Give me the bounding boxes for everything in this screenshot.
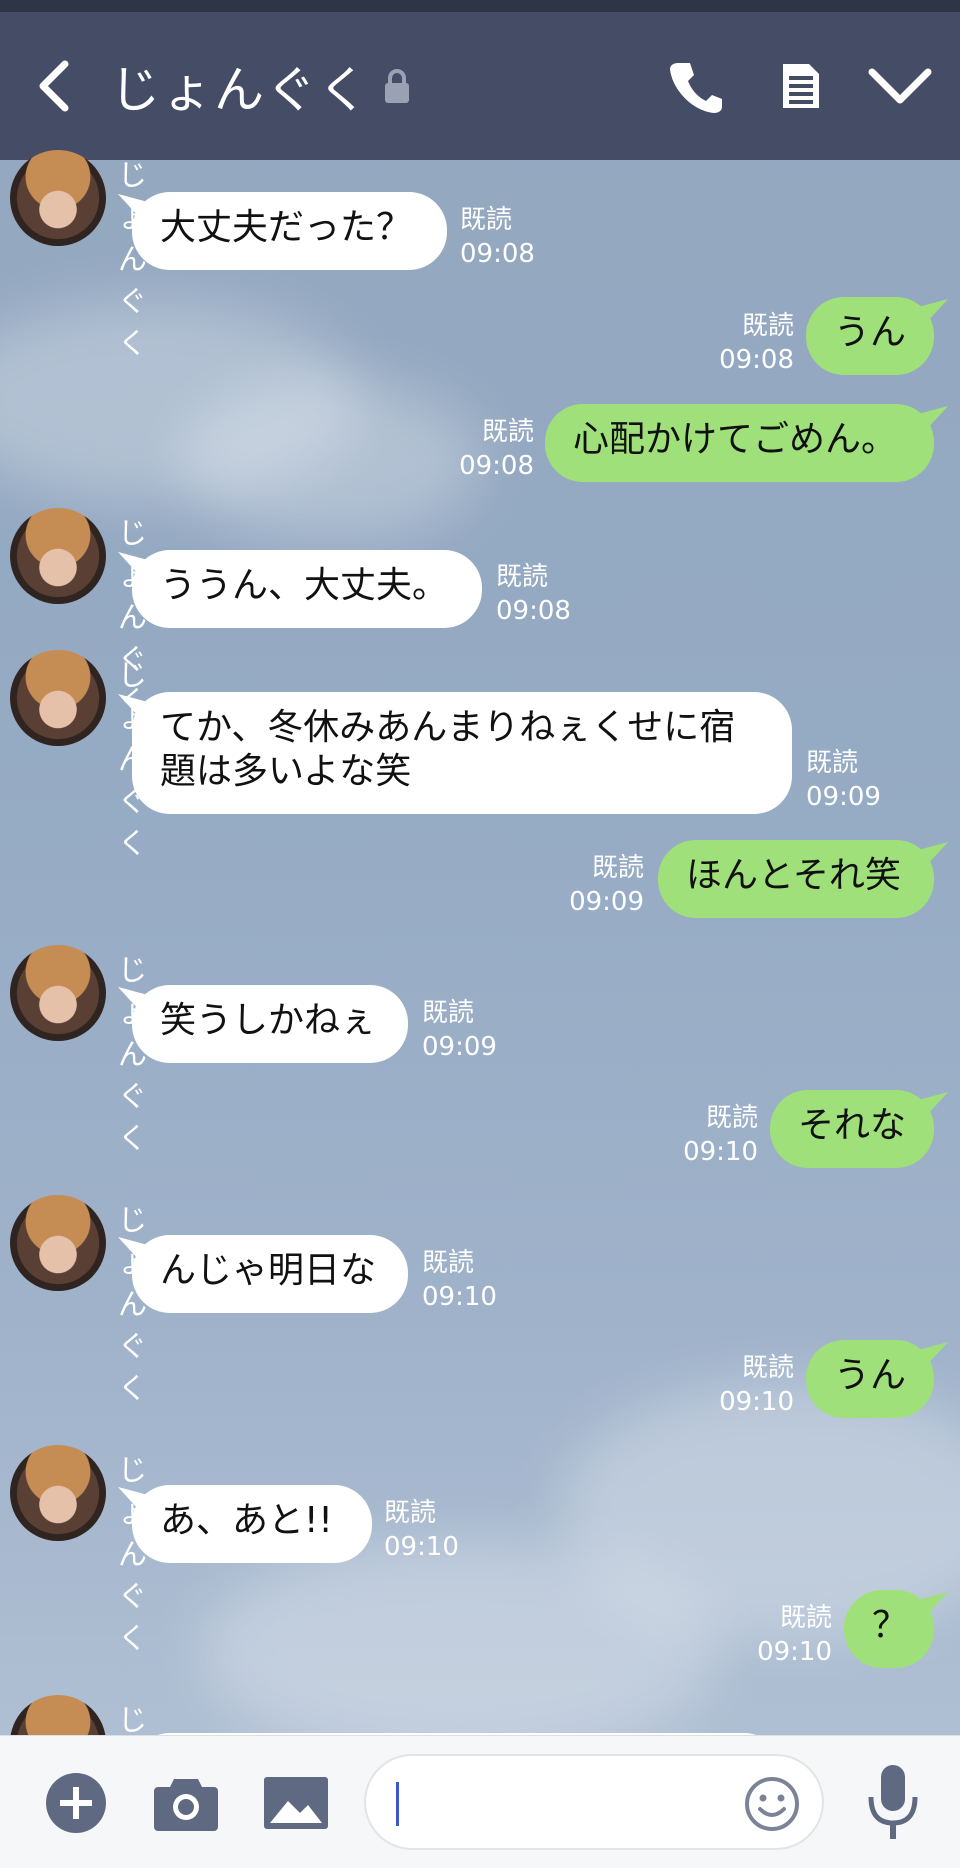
timestamp: 09:09 [806, 782, 881, 812]
message-line: 心配かけてごめん。 [573, 419, 898, 460]
avatar[interactable] [10, 1195, 106, 1291]
message-meta: 既読 09:10 [690, 1351, 794, 1419]
emoji-icon[interactable] [744, 1776, 800, 1832]
avatar[interactable] [10, 945, 106, 1041]
message-line: てか、冬休みあんまりねぇくせに宿 [160, 707, 736, 748]
camera-button[interactable] [148, 1736, 224, 1868]
read-receipt: 既読 [496, 562, 549, 592]
message-meta: 既読 09:08 [690, 309, 794, 377]
chat-title[interactable]: じょんぐく [110, 12, 412, 160]
chat-screen: じょんぐく じ んぐく 大丈夫だった？ 既読 09:08 うん 既読 09:08… [0, 0, 960, 1868]
read-receipt: 既読 [481, 417, 534, 447]
message-meta: 既読 09:08 [496, 560, 571, 628]
voice-button[interactable] [855, 1736, 931, 1868]
chat-title-text: じょんぐく [110, 61, 370, 119]
microphone-icon [868, 1764, 918, 1839]
read-receipt: 既読 [741, 311, 794, 341]
call-button[interactable] [655, 12, 735, 160]
timestamp: 09:10 [757, 1637, 832, 1667]
read-receipt: 既読 [422, 998, 475, 1028]
message-line: 大丈夫だった？ [160, 207, 413, 248]
status-strip [0, 0, 960, 12]
read-receipt: 既読 [741, 1353, 794, 1383]
message-bubble[interactable]: ほんとそれ笑 [658, 840, 934, 918]
message-bubble[interactable]: それな [770, 1090, 934, 1168]
message-bubble[interactable]: 笑うしかねぇ [132, 985, 408, 1063]
message-line: あ、あと!! [160, 1500, 333, 1541]
image-button[interactable] [258, 1736, 334, 1868]
timestamp: 09:08 [460, 239, 535, 269]
read-receipt: 既読 [384, 1498, 437, 1528]
message-line: それな [798, 1105, 907, 1146]
phone-icon [670, 63, 722, 113]
message-bubble[interactable]: うん [806, 1340, 934, 1418]
message-input[interactable] [406, 1776, 710, 1834]
message-bubble[interactable]: んじゃ明日な [132, 1235, 408, 1313]
read-receipt: 既読 [705, 1103, 758, 1133]
camera-icon [154, 1778, 218, 1831]
text-caret [396, 1782, 399, 1826]
timestamp: 09:10 [683, 1137, 758, 1167]
add-button[interactable] [38, 1736, 114, 1868]
message-meta: 既読 09:09 [806, 746, 881, 814]
read-receipt: 既読 [460, 205, 513, 235]
timestamp: 09:09 [569, 887, 644, 917]
plus-icon [46, 1772, 106, 1833]
message-bubble[interactable]: ？ [844, 1590, 934, 1668]
message-meta: 既読 09:09 [422, 996, 497, 1064]
read-receipt: 既読 [806, 748, 859, 778]
timestamp: 09:09 [422, 1032, 497, 1062]
back-chevron-icon [39, 60, 69, 112]
chat-header: じょんぐく [0, 12, 960, 160]
lock-icon [382, 67, 412, 105]
message-meta: 既読 09:10 [728, 1601, 832, 1669]
timestamp: 09:08 [719, 345, 794, 375]
read-receipt: 既読 [422, 1248, 475, 1278]
memo-icon [783, 64, 819, 108]
timestamp: 09:10 [719, 1387, 794, 1417]
memo-button[interactable] [760, 12, 840, 160]
message-bubble[interactable]: うん [806, 297, 934, 375]
message-meta: 既読 09:08 [460, 203, 535, 271]
avatar[interactable] [10, 150, 106, 246]
message-meta: 既読 09:09 [540, 851, 644, 919]
message-line: ほんとそれ笑 [686, 855, 901, 896]
background-cloud [200, 1540, 720, 1760]
message-line: 題は多いよな笑 [160, 751, 412, 792]
read-receipt: 既読 [591, 853, 644, 883]
message-line: ？ [872, 1605, 909, 1646]
read-receipt: 既読 [779, 1603, 832, 1633]
avatar[interactable] [10, 508, 106, 604]
timestamp: 09:10 [384, 1532, 459, 1562]
avatar[interactable] [10, 650, 106, 746]
message-line: うん [834, 312, 907, 353]
message-meta: 既読 09:10 [422, 1246, 497, 1314]
message-bubble[interactable]: ううん、大丈夫。 [132, 550, 482, 628]
message-meta: 既読 09:08 [430, 415, 534, 483]
message-line: 笑うしかねぇ [160, 1000, 377, 1041]
message-meta: 既読 09:10 [654, 1101, 758, 1169]
message-bubble[interactable]: あ、あと!! [132, 1485, 372, 1563]
timestamp: 09:08 [496, 596, 571, 626]
message-bubble[interactable]: 大丈夫だった？ [132, 192, 447, 270]
chevron-down-icon [868, 68, 932, 104]
timestamp: 09:08 [459, 451, 534, 481]
message-meta: 既読 09:10 [384, 1496, 459, 1564]
message-input-field[interactable] [364, 1754, 824, 1850]
message-line: うん [834, 1355, 907, 1396]
message-line: んじゃ明日な [160, 1250, 377, 1291]
image-icon [264, 1776, 328, 1829]
timestamp: 09:10 [422, 1282, 497, 1312]
back-button[interactable] [20, 12, 90, 160]
message-bubble[interactable]: 心配かけてごめん。 [545, 404, 934, 482]
message-bubble[interactable]: てか、冬休みあんまりねぇくせに宿 題は多いよな笑 [132, 692, 792, 814]
input-bar [0, 1735, 960, 1868]
avatar[interactable] [10, 1445, 106, 1541]
collapse-button[interactable] [860, 12, 940, 160]
message-line: ううん、大丈夫。 [160, 565, 449, 606]
